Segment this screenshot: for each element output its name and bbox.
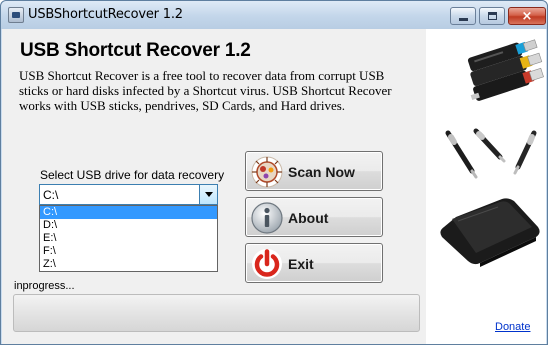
drive-option[interactable]: E:\ (40, 232, 217, 245)
info-icon (251, 202, 283, 234)
app-description: USB Shortcut Recover is a free tool to r… (19, 68, 392, 113)
power-icon (252, 249, 282, 279)
maximize-button[interactable] (479, 7, 505, 25)
app-icon (8, 7, 24, 23)
close-button[interactable]: × (508, 7, 546, 25)
scan-now-label: Scan Now (288, 164, 355, 180)
app-window: USBShortcutRecover 1.2 × USB Shortcut Re… (0, 0, 548, 345)
chevron-down-icon[interactable] (199, 185, 217, 204)
drive-option[interactable]: C:\ (40, 206, 217, 219)
drive-option[interactable]: F:\ (40, 245, 217, 258)
close-icon: × (521, 8, 533, 24)
drive-select-label: Select USB drive for data recovery (40, 168, 225, 182)
drive-option[interactable]: Z:\ (40, 258, 217, 271)
minimize-button[interactable] (450, 7, 476, 25)
drive-option[interactable]: D:\ (40, 219, 217, 232)
about-button[interactable]: About (245, 197, 383, 237)
minimize-icon (458, 18, 468, 21)
about-label: About (288, 210, 329, 226)
maximize-icon (487, 12, 497, 20)
side-image-panel: Donate (426, 29, 546, 344)
external-hard-drive-image (440, 198, 540, 267)
usb-pen-drives-image (445, 128, 537, 179)
progress-bar (13, 294, 420, 332)
title-bar[interactable]: USBShortcutRecover 1.2 × (1, 1, 547, 29)
exit-label: Exit (288, 256, 314, 272)
drive-select-combobox[interactable]: C:\ (39, 184, 218, 205)
drive-dropdown-list: C:\ D:\ E:\ F:\ Z:\ (39, 205, 218, 272)
usb-flash-drives-image (467, 39, 544, 101)
scan-now-button[interactable]: Scan Now (245, 151, 383, 191)
virus-scan-icon (251, 156, 283, 188)
drive-select-value: C:\ (43, 188, 59, 202)
donate-link[interactable]: Donate (495, 321, 530, 333)
app-heading: USB Shortcut Recover 1.2 (20, 40, 251, 61)
client-area: USB Shortcut Recover 1.2 USB Shortcut Re… (2, 29, 546, 344)
window-title: USBShortcutRecover 1.2 (28, 7, 183, 22)
status-text: inprogress... (14, 280, 75, 292)
exit-button[interactable]: Exit (245, 243, 383, 283)
